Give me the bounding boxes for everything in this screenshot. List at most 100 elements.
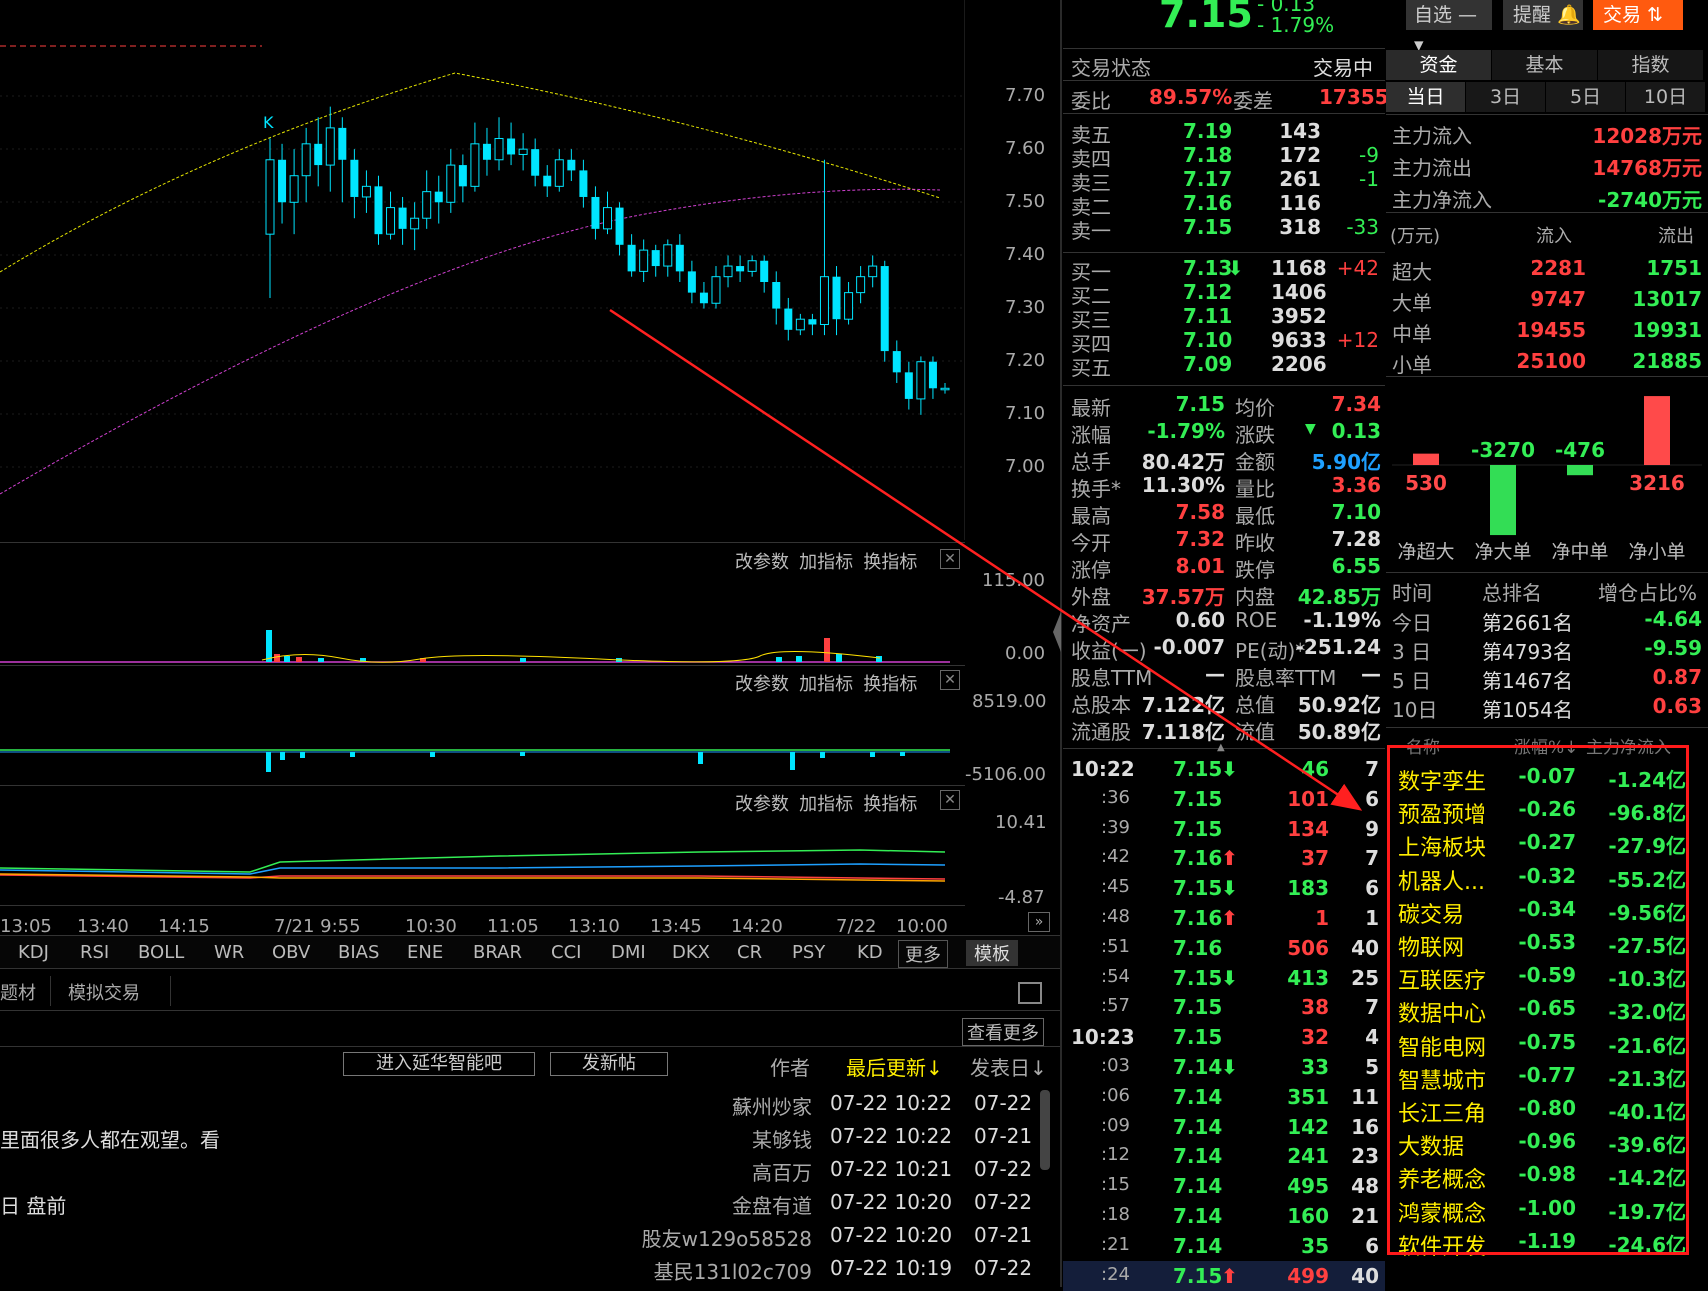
indicator-tab-dkx[interactable]: DKX: [672, 942, 710, 963]
scroll-right-icon[interactable]: »: [1028, 912, 1050, 932]
time-tick: 13:05: [0, 916, 52, 937]
edit-params-button[interactable]: 改参数: [735, 794, 789, 815]
time-tick: 13:45: [650, 916, 702, 937]
view-more-button[interactable]: 查看更多: [962, 1018, 1044, 1046]
post-date: 07-21: [974, 1124, 1033, 1148]
highlight-box: [1387, 745, 1689, 1255]
new-post-button[interactable]: 发新帖: [550, 1052, 668, 1076]
tab-index[interactable]: 指数: [1598, 50, 1704, 80]
switch-indicator-button[interactable]: 换指标: [863, 794, 917, 815]
add-indicator-button[interactable]: 加指标: [799, 552, 853, 573]
post-author[interactable]: 蘇州炒家: [560, 1091, 812, 1120]
price-change-pct: - 1.79%: [1257, 13, 1335, 37]
indicator-tab-cr[interactable]: CR: [737, 942, 762, 963]
tick-count: 9: [1365, 816, 1379, 841]
stat-label: 涨停: [1071, 558, 1111, 582]
time-tick: 7/21 9:55: [274, 916, 361, 937]
close-panel-icon[interactable]: ✕: [940, 670, 960, 690]
save-icon[interactable]: [1018, 982, 1042, 1004]
tick-price: 7.16: [1173, 906, 1223, 930]
indicator-tab-rsi[interactable]: RSI: [80, 942, 109, 963]
period-当日[interactable]: 当日: [1386, 82, 1466, 112]
indicator-tab-kdj[interactable]: KDJ: [18, 942, 49, 963]
indicator-tab-wr[interactable]: WR: [214, 942, 244, 963]
col-post-date[interactable]: 发表日↓: [970, 1052, 1047, 1081]
period-3日[interactable]: 3日: [1466, 82, 1546, 112]
candlestick-chart[interactable]: [0, 0, 965, 540]
watch-button[interactable]: 自选 — ▾: [1406, 0, 1492, 56]
flow-row-label: 超大: [1392, 260, 1432, 284]
stat-label: 量比: [1235, 477, 1275, 501]
post-author[interactable]: 股友w129o58528: [560, 1223, 812, 1252]
bid-ratio-label: 委比: [1071, 89, 1111, 113]
collapse-handle-icon[interactable]: [1053, 612, 1061, 652]
close-panel-icon[interactable]: ✕: [940, 790, 960, 810]
candle: [940, 382, 950, 394]
tick-price: 7.14: [1173, 1084, 1223, 1109]
close-panel-icon[interactable]: ✕: [940, 549, 960, 569]
candle: [760, 255, 769, 293]
remind-button[interactable]: 提醒 🔔: [1503, 0, 1583, 30]
indicator-tab-brar[interactable]: BRAR: [473, 942, 522, 963]
stat-label: 金额: [1235, 450, 1275, 474]
post-author[interactable]: 基民131l02c709: [560, 1256, 812, 1285]
col-author[interactable]: 作者: [770, 1052, 810, 1081]
trade-button[interactable]: 交易 ⇅: [1593, 0, 1683, 30]
indicator-tab-obv[interactable]: OBV: [272, 942, 310, 963]
expand-arrow-icon[interactable]: ▲: [1217, 742, 1225, 753]
indicator-tab-bias[interactable]: BIAS: [338, 942, 379, 963]
tick-time: :12: [1101, 1144, 1130, 1166]
indicator-tab-kd[interactable]: KD: [857, 942, 883, 963]
indicator-tab-dmi[interactable]: DMI: [611, 942, 646, 963]
period-10日[interactable]: 10日: [1626, 82, 1706, 112]
post-updated: 07-22 10:19: [830, 1256, 953, 1280]
col-last-update[interactable]: 最后更新↓: [846, 1052, 943, 1081]
price-tick: 7.70: [1005, 85, 1046, 106]
indicator-tab-boll[interactable]: BOLL: [138, 942, 184, 963]
template-button[interactable]: 模板: [966, 940, 1018, 966]
tick-price: 7.14: [1173, 1204, 1223, 1228]
indicator-tab-ene[interactable]: ENE: [407, 942, 443, 963]
tab-funds[interactable]: 资金: [1386, 50, 1492, 80]
tab-topic[interactable]: 题材: [0, 979, 36, 1005]
edit-params-button[interactable]: 改参数: [735, 674, 789, 695]
chart-area[interactable]: K 7.70 7.60 7.50 7.40 7.30 7.20 7.10 7.00 改参数 加…: [0, 0, 1050, 937]
switch-indicator-button[interactable]: 换指标: [863, 674, 917, 695]
tick-price: 7.15: [1173, 965, 1223, 990]
post-updated: 07-22 10:21: [830, 1157, 953, 1181]
tick-count: 6: [1365, 786, 1379, 811]
indicator-tab-psy[interactable]: PSY: [792, 942, 825, 963]
tick-count: 40: [1351, 1263, 1379, 1288]
post-author[interactable]: 某够钱: [560, 1124, 812, 1153]
more-indicators-button[interactable]: 更多: [898, 940, 948, 968]
tick-count: 16: [1351, 1114, 1379, 1139]
post-author[interactable]: 金盘有道: [560, 1190, 812, 1219]
indicator-tab-cci[interactable]: CCI: [551, 942, 581, 963]
post-updated: 07-22 10:20: [830, 1190, 953, 1214]
candle: [808, 313, 817, 336]
post-author[interactable]: 高百万: [560, 1157, 812, 1186]
buy-level-vol: 2206: [1271, 352, 1327, 376]
net-bar-value: -3270: [1471, 438, 1535, 462]
post-title[interactable]: 里面很多人都在观望。看: [0, 1124, 220, 1153]
enter-forum-button[interactable]: 进入延华智能吧: [343, 1052, 535, 1076]
tab-basic[interactable]: 基本: [1492, 50, 1598, 80]
period-5日[interactable]: 5日: [1546, 82, 1626, 112]
post-date: 07-22: [974, 1091, 1033, 1115]
switch-indicator-button[interactable]: 换指标: [863, 552, 917, 573]
post-updated: 07-22 10:22: [830, 1124, 953, 1148]
stat-value: 7.10: [1331, 500, 1381, 524]
net-bar-value: -476: [1555, 438, 1605, 462]
tick-count: 7: [1365, 757, 1379, 781]
stat-label: 流值: [1235, 720, 1275, 744]
forum-scrollbar[interactable]: [1040, 1090, 1050, 1170]
candle: [772, 271, 781, 325]
tab-sim-trade[interactable]: 模拟交易: [68, 979, 140, 1005]
flow-row-in: 19455: [1516, 318, 1586, 342]
post-title[interactable]: 日 盘前: [0, 1190, 66, 1219]
add-indicator-button[interactable]: 加指标: [799, 674, 853, 695]
add-indicator-button[interactable]: 加指标: [799, 794, 853, 815]
rank-period: 今日: [1392, 611, 1432, 635]
edit-params-button[interactable]: 改参数: [735, 552, 789, 573]
stat-label: 最高: [1071, 504, 1111, 528]
